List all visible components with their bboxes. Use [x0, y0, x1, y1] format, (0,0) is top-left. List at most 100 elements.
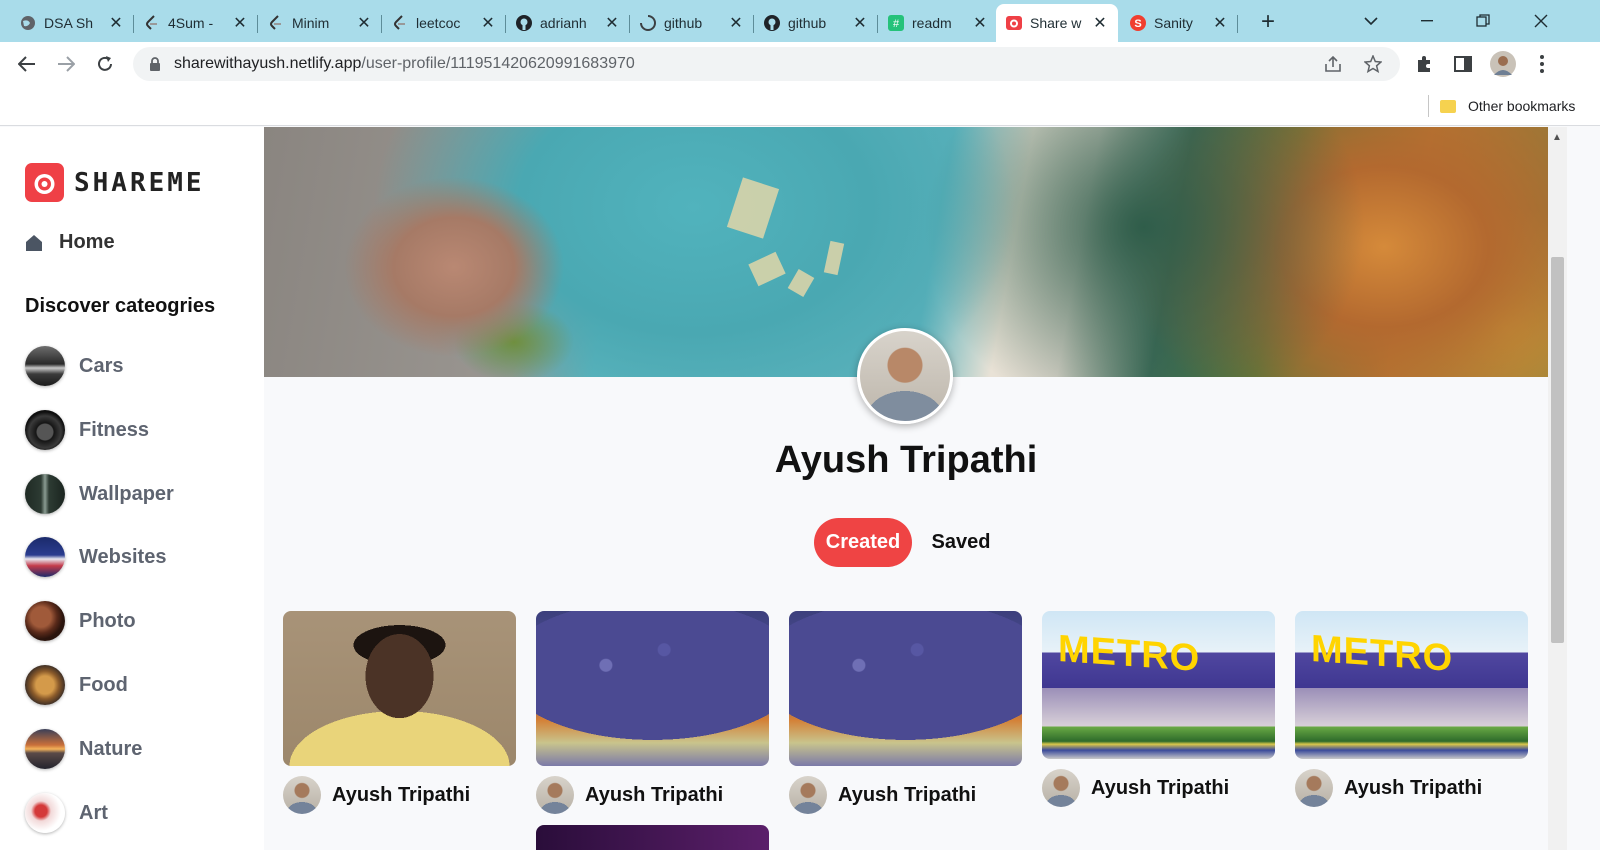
scrollbar-thumb[interactable]	[1551, 257, 1564, 643]
pin-user-name: Ayush Tripathi	[1344, 776, 1483, 799]
share-icon[interactable]	[1322, 53, 1344, 75]
other-bookmarks-label: Other bookmarks	[1468, 98, 1576, 114]
browser-tab-label: github	[664, 15, 703, 31]
close-icon[interactable]: ✕	[726, 13, 746, 33]
sidebar-item-fitness[interactable]: Fitness	[25, 410, 149, 450]
sidebar-item-home[interactable]: Home	[25, 231, 115, 254]
browser-tab[interactable]: github ✕	[630, 4, 754, 42]
restore-button[interactable]	[1460, 6, 1506, 36]
banner-detail	[823, 240, 845, 276]
menu-kebab-icon[interactable]	[1528, 50, 1556, 78]
browser-tab[interactable]: Minim ✕	[258, 4, 382, 42]
sidebar-item-websites[interactable]: Websites	[25, 537, 166, 577]
sidebar-item-food[interactable]: Food	[25, 665, 128, 705]
close-icon[interactable]: ✕	[354, 13, 374, 33]
page-scrollbar[interactable]: ▲	[1548, 127, 1567, 850]
sidebar-item-wallpaper[interactable]: Wallpaper	[25, 474, 174, 514]
bookmarks-bar: Other bookmarks	[0, 86, 1600, 126]
github-icon	[764, 15, 780, 31]
pin-image[interactable]: METRO	[1042, 611, 1275, 759]
pin-card[interactable]: METRO Ayush Tripathi	[1042, 611, 1275, 807]
close-icon[interactable]: ✕	[478, 13, 498, 33]
pin-user[interactable]: Ayush Tripathi	[1042, 769, 1229, 807]
home-icon	[25, 234, 43, 252]
shareme-logo[interactable]: SHAREME	[25, 163, 205, 202]
address-bar[interactable]: sharewithayush.netlify.app/user-profile/…	[133, 47, 1400, 81]
pin-user-name: Ayush Tripathi	[1091, 776, 1230, 799]
pin-image[interactable]	[536, 825, 769, 850]
scroll-up-icon[interactable]: ▲	[1552, 132, 1562, 143]
pin-image[interactable]: METRO	[1295, 611, 1528, 759]
pin-image[interactable]	[536, 611, 769, 766]
sidebar-item-photo[interactable]: Photo	[25, 601, 136, 641]
metro-sign: METRO	[1311, 628, 1454, 680]
url-host: sharewithayush.netlify.app	[174, 55, 362, 72]
close-window-button[interactable]	[1518, 6, 1564, 36]
pin-card[interactable]: Ayush Tripathi	[283, 611, 516, 814]
browser-tab[interactable]: 4Sum - ✕	[134, 4, 258, 42]
sidebar-item-art[interactable]: Art	[25, 793, 108, 833]
extensions-icon[interactable]	[1410, 50, 1438, 78]
pin-image[interactable]	[283, 611, 516, 766]
tab-saved[interactable]: Saved	[924, 518, 998, 567]
svg-text:#: #	[893, 18, 900, 30]
sidebar-item-label: Wallpaper	[79, 482, 174, 505]
minimize-button[interactable]	[1404, 6, 1450, 36]
browser-tab-label: readm	[912, 15, 952, 31]
back-button[interactable]	[13, 50, 41, 78]
browser-tab-label: github	[788, 15, 827, 31]
pin-card[interactable]: Ayush Tripathi	[536, 611, 769, 814]
bookmarks-divider	[1428, 95, 1429, 117]
categories-heading: Discover cateogries	[25, 295, 216, 317]
close-icon[interactable]: ✕	[850, 13, 870, 33]
sidebar-item-label: Fitness	[79, 418, 150, 441]
close-icon[interactable]: ✕	[602, 13, 622, 33]
avatar	[789, 776, 827, 814]
pin-user[interactable]: Ayush Tripathi	[789, 776, 976, 814]
browser-tab[interactable]: adrianh ✕	[506, 4, 630, 42]
side-panel-icon[interactable]	[1449, 50, 1477, 78]
tab-created[interactable]: Created	[814, 518, 912, 567]
pin-card[interactable]: METRO Ayush Tripathi	[1295, 611, 1528, 807]
close-icon[interactable]: ✕	[230, 13, 250, 33]
profile-name: Ayush Tripathi	[774, 439, 1038, 481]
forward-button[interactable]	[52, 50, 80, 78]
avatar	[1042, 769, 1080, 807]
browser-toolbar: sharewithayush.netlify.app/user-profile/…	[0, 42, 1600, 86]
close-icon[interactable]: ✕	[1090, 13, 1110, 33]
avatar	[283, 776, 321, 814]
close-icon[interactable]: ✕	[970, 13, 990, 33]
browser-tab-strip: DSA Sh ✕ 4Sum - ✕ Minim ✕ leetcoc ✕ adri…	[0, 0, 1600, 42]
sidebar-item-label: Websites	[79, 545, 167, 568]
pin-image[interactable]	[789, 611, 1022, 766]
leetcode-icon	[268, 15, 284, 31]
other-bookmarks[interactable]: Other bookmarks	[1440, 94, 1575, 118]
pin-user[interactable]: Ayush Tripathi	[1295, 769, 1482, 807]
pin-user[interactable]: Ayush Tripathi	[536, 776, 723, 814]
sidebar-item-nature[interactable]: Nature	[25, 729, 142, 769]
sidebar-item-label: Nature	[79, 737, 143, 760]
browser-tab-active[interactable]: Share w ✕	[996, 4, 1118, 42]
readme-icon: #	[888, 15, 904, 31]
avatar	[536, 776, 574, 814]
browser-tab[interactable]: DSA Sh ✕	[10, 4, 134, 42]
browser-tab[interactable]: github ✕	[754, 4, 878, 42]
reload-button[interactable]	[91, 50, 119, 78]
browser-tab-label: Share w	[1030, 15, 1082, 31]
pin-card[interactable]: Ayush Tripathi	[789, 611, 1022, 814]
browser-tab[interactable]: S Sanity ✕	[1120, 4, 1238, 42]
browser-tab[interactable]: leetcoc ✕	[382, 4, 506, 42]
bookmark-star-icon[interactable]	[1362, 53, 1384, 75]
sidebar: SHAREME Home Discover cateogries Cars Fi…	[0, 127, 264, 850]
pin-user[interactable]: Ayush Tripathi	[283, 776, 470, 814]
browser-tab[interactable]: # readm ✕	[878, 4, 998, 42]
category-thumbnail	[25, 729, 65, 769]
profile-avatar[interactable]	[1489, 50, 1517, 78]
github-icon	[516, 15, 532, 31]
logo-text: SHAREME	[74, 167, 205, 198]
sidebar-item-cars[interactable]: Cars	[25, 346, 123, 386]
new-tab-button[interactable]: +	[1254, 8, 1282, 36]
tab-search-icon[interactable]	[1348, 6, 1394, 36]
close-icon[interactable]: ✕	[1210, 13, 1230, 33]
close-icon[interactable]: ✕	[106, 13, 126, 33]
